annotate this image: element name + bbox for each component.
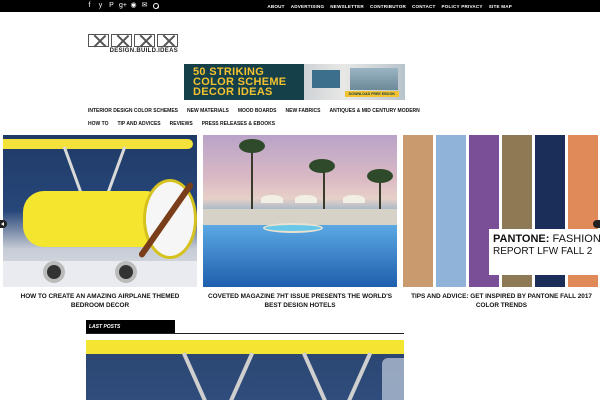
color-swatch: [436, 135, 466, 287]
slide-image: PANTONE: FASHION REPORT LFW FALL 2: [403, 135, 600, 287]
nav-tip-and-advices[interactable]: TIP AND ADVICES: [117, 121, 160, 127]
logo-text: DESIGN.BUILD.IDEAS: [109, 48, 178, 54]
logo-mark-icon: [88, 34, 178, 47]
nav-reviews[interactable]: REVIEWS: [170, 121, 193, 127]
nav-new-fabrics[interactable]: NEW FABRICS: [286, 108, 321, 114]
slide-design-hotels[interactable]: COVETED MAGAZINE 7HT ISSUE PRESENTS THE …: [203, 135, 397, 315]
download-ebook-button[interactable]: DOWNLOAD FREE EBOOK: [344, 91, 399, 97]
search-icon[interactable]: [152, 0, 159, 12]
pinterest-icon[interactable]: P: [108, 0, 115, 12]
google-plus-icon[interactable]: g+: [119, 0, 127, 12]
nav-mood-boards[interactable]: MOOD BOARDS: [238, 108, 277, 114]
topnav-advertising[interactable]: ADVERTISING: [291, 4, 325, 9]
slide-airplane-bedroom[interactable]: HOW TO CREATE AN AMAZING AIRPLANE THEMED…: [3, 135, 197, 315]
topnav-contact[interactable]: CONTACT: [412, 4, 436, 9]
slide-pantone[interactable]: PANTONE: FASHION REPORT LFW FALL 2 TIPS …: [403, 135, 600, 315]
nav-new-materials[interactable]: NEW MATERIALS: [187, 108, 229, 114]
nav-how-to[interactable]: HOW TO: [88, 121, 108, 127]
nav-interior-design-color-schemes[interactable]: INTERIOR DESIGN COLOR SCHEMES: [88, 108, 178, 114]
topnav-newsletter[interactable]: NEWSLETTER: [330, 4, 364, 9]
pantone-overlay: PANTONE: FASHION REPORT LFW FALL 2: [489, 229, 600, 275]
latest-post-image[interactable]: [86, 340, 404, 400]
ebook-banner-ad[interactable]: 50 STRIKING COLOR SCHEME DECOR IDEAS DOW…: [184, 64, 405, 100]
slide-image: [3, 135, 197, 287]
slide-caption[interactable]: COVETED MAGAZINE 7HT ISSUE PRESENTS THE …: [203, 293, 397, 310]
slider-next-arrow-icon[interactable]: [593, 220, 600, 228]
slide-caption[interactable]: HOW TO CREATE AN AMAZING AIRPLANE THEMED…: [3, 293, 197, 310]
nav-press-releases-ebooks[interactable]: PRESS RELEASES & EBOOKS: [202, 121, 275, 127]
top-bar: f y P g+ ◉ ✉ ABOUT ADVERTISING NEWSLETTE…: [0, 0, 600, 12]
slide-image: [203, 135, 397, 287]
nav-antiques-mid-century[interactable]: ANTIQUES & MID CENTURY MODERN: [330, 108, 420, 114]
facebook-icon[interactable]: f: [86, 0, 93, 12]
section-divider: [86, 333, 404, 334]
site-logo[interactable]: DESIGN.BUILD.IDEAS: [88, 34, 178, 58]
slide-caption[interactable]: TIPS AND ADVICE: GET INSPIRED BY PANTONE…: [403, 293, 600, 310]
banner-headline: 50 STRIKING COLOR SCHEME DECOR IDEAS: [193, 66, 287, 98]
main-nav: INTERIOR DESIGN COLOR SCHEMES NEW MATERI…: [88, 104, 420, 130]
twitter-icon[interactable]: y: [97, 0, 104, 12]
social-links: f y P g+ ◉ ✉: [86, 0, 159, 12]
featured-slider: HOW TO CREATE AN AMAZING AIRPLANE THEMED…: [0, 135, 600, 315]
top-nav: ABOUT ADVERTISING NEWSLETTER CONTRIBUTOR…: [267, 0, 512, 12]
topnav-policy-privacy[interactable]: POLICY PRIVACY: [442, 4, 483, 9]
topnav-about[interactable]: ABOUT: [267, 4, 284, 9]
last-posts-heading: LAST POSTS: [86, 320, 175, 334]
email-icon[interactable]: ✉: [141, 0, 148, 12]
rss-icon[interactable]: ◉: [130, 0, 137, 12]
color-swatch: [403, 135, 433, 287]
topnav-contributor[interactable]: CONTRIBUTOR: [370, 4, 406, 9]
topnav-site-map[interactable]: SITE MAP: [489, 4, 512, 9]
